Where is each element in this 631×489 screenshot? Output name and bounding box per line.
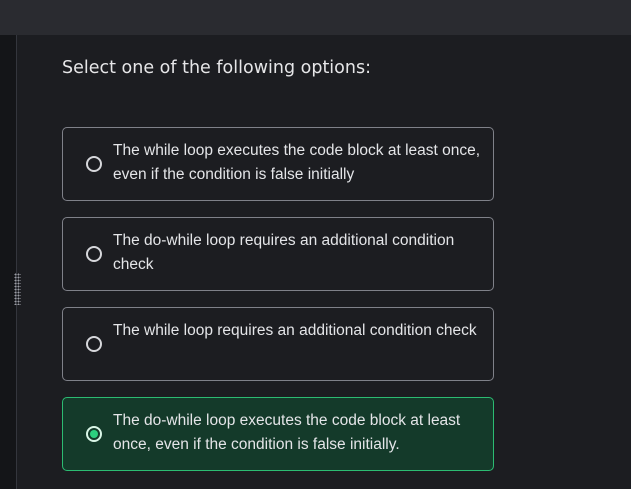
radio-selected-dot xyxy=(90,430,98,438)
radio-button-selected-icon[interactable] xyxy=(86,426,102,442)
option-1[interactable]: The while loop executes the code block a… xyxy=(62,127,494,201)
question-panel: Select one of the following options: The… xyxy=(22,35,631,489)
option-2[interactable]: The do-while loop requires an additional… xyxy=(62,217,494,291)
option-label: The while loop requires an additional co… xyxy=(113,322,477,339)
option-label: The do-while loop requires an additional… xyxy=(113,232,455,273)
option-label: The while loop executes the code block a… xyxy=(113,142,481,183)
question-prompt: Select one of the following options: xyxy=(62,58,371,78)
left-panel xyxy=(0,35,17,489)
radio-button-icon[interactable] xyxy=(86,336,102,352)
panel-resize-handle[interactable] xyxy=(14,273,21,305)
option-label: The do-while loop executes the code bloc… xyxy=(113,412,461,453)
top-bar xyxy=(0,0,631,35)
radio-button-icon[interactable] xyxy=(86,246,102,262)
option-3[interactable]: The while loop requires an additional co… xyxy=(62,307,494,381)
option-4[interactable]: The do-while loop executes the code bloc… xyxy=(62,397,494,471)
radio-button-icon[interactable] xyxy=(86,156,102,172)
